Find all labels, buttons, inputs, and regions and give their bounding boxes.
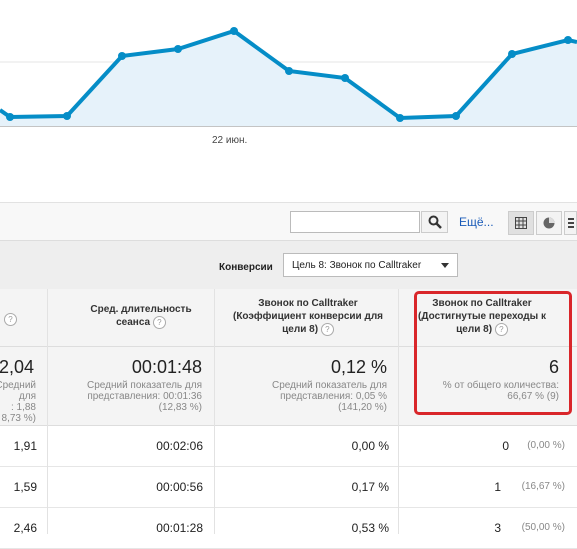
cell-completions: 0: [502, 439, 509, 453]
chart-point[interactable]: [508, 50, 516, 58]
goal-select-value: Цель 8: Звонок по Calltraker: [292, 260, 422, 271]
table-row[interactable]: 2,46 00:01:28 0,53 % 3 (50,00 %): [0, 508, 577, 549]
total-sub-line: (12,83 %): [158, 402, 202, 413]
column-title-line: Звонок по Calltraker: [258, 298, 358, 309]
help-icon[interactable]: ?: [320, 323, 334, 336]
more-link[interactable]: Ещё...: [459, 215, 494, 229]
cell-completions: 3: [494, 521, 501, 535]
total-conversion-rate-value: 0,12 %: [330, 357, 387, 377]
chart-point[interactable]: [285, 67, 293, 75]
total-col0-sub: Средний для : 1,88 8,73 %): [0, 380, 36, 424]
total-sub-line: представления: 00:01:36: [87, 391, 202, 402]
search-button[interactable]: [421, 211, 448, 233]
grid-icon: [515, 217, 527, 229]
chart-point[interactable]: [6, 113, 14, 121]
total-sub-line: (141,20 %): [338, 402, 387, 413]
column-title-line: сеанса: [116, 317, 151, 329]
chart-point[interactable]: [174, 45, 182, 53]
total-sub-line: : 1,88: [10, 402, 36, 413]
total-sub-line: представления: 0,05 %: [280, 391, 387, 402]
table-row[interactable]: 1,91 00:02:06 0,00 % 0 (0,00 %): [0, 426, 577, 467]
list-icon: [567, 218, 574, 228]
cell-avg-duration: 00:01:28: [156, 521, 203, 535]
line-chart: 22 июн.: [0, 0, 577, 150]
column-divider: [214, 289, 215, 534]
chart-point[interactable]: [118, 52, 126, 60]
cell-col0: 1,91: [13, 439, 37, 453]
table-row[interactable]: 1,59 00:00:56 0,17 % 1 (16,67 %): [0, 467, 577, 508]
column-title-line: цели 8): [282, 324, 319, 336]
cell-completions-pct: (16,67 %): [521, 481, 565, 492]
cell-completions: 1: [494, 480, 501, 494]
column-divider: [398, 289, 399, 534]
column-title-line: Сред. длительность: [90, 304, 192, 315]
chevron-down-icon: [441, 263, 449, 268]
conversions-header-row: Конверсии Цель 8: Звонок по Calltraker: [0, 240, 577, 290]
total-conversion-rate-sub: Средний показатель для представления: 0,…: [237, 380, 387, 413]
cell-completions-pct: (0,00 %): [527, 440, 565, 451]
pie-view-button[interactable]: [536, 211, 562, 235]
search-input[interactable]: [290, 211, 420, 233]
cell-col0: 2,46: [13, 521, 37, 535]
chart-svg: [0, 27, 577, 127]
total-avg-duration-sub: Средний показатель для представления: 00…: [52, 380, 202, 413]
total-sub-line: Средний показатель для: [272, 380, 387, 391]
cell-completions-pct: (50,00 %): [521, 522, 565, 533]
chart-point[interactable]: [452, 112, 460, 120]
cell-conversion-rate: 0,17 %: [351, 480, 389, 494]
conversions-label: Конверсии: [219, 262, 273, 273]
cell-conversion-rate: 0,53 %: [351, 521, 389, 535]
goal-select[interactable]: Цель 8: Звонок по Calltraker: [283, 253, 458, 277]
chart-point[interactable]: [396, 114, 404, 122]
chart-point[interactable]: [564, 36, 572, 44]
total-sub-line: Средний для: [0, 380, 36, 402]
cell-conversion-rate: 0,00 %: [351, 439, 389, 453]
total-sub-line: 8,73 %): [1, 413, 36, 424]
cell-avg-duration: 00:02:06: [156, 439, 203, 453]
chart-point[interactable]: [230, 27, 238, 35]
column-title-line: (Коэффициент конверсии для: [232, 311, 384, 322]
total-col0-value: 2,04: [0, 357, 34, 377]
chart-point[interactable]: [341, 74, 349, 82]
list-view-button[interactable]: [564, 211, 577, 235]
cell-avg-duration: 00:00:56: [156, 480, 203, 494]
highlight-box: [414, 291, 572, 415]
table-view-button[interactable]: [508, 211, 534, 235]
help-icon[interactable]: ?: [4, 313, 17, 326]
help-icon[interactable]: ?: [152, 316, 166, 329]
total-avg-duration-value: 00:01:48: [131, 357, 202, 377]
x-tick-label: 22 июн.: [212, 135, 248, 146]
search-icon: [428, 215, 442, 229]
column-header-conversion-rate[interactable]: Звонок по Calltraker (Коэффициент конвер…: [218, 297, 398, 336]
cell-col0: 1,59: [13, 480, 37, 494]
table-toolbar: Ещё...: [0, 202, 577, 241]
total-sub-line: Средний показатель для: [87, 380, 202, 391]
chart-point[interactable]: [63, 112, 71, 120]
pie-chart-icon: [543, 217, 555, 229]
column-header-avg-duration[interactable]: Сред. длительность сеанса ?: [50, 303, 232, 329]
column-divider: [47, 289, 48, 534]
